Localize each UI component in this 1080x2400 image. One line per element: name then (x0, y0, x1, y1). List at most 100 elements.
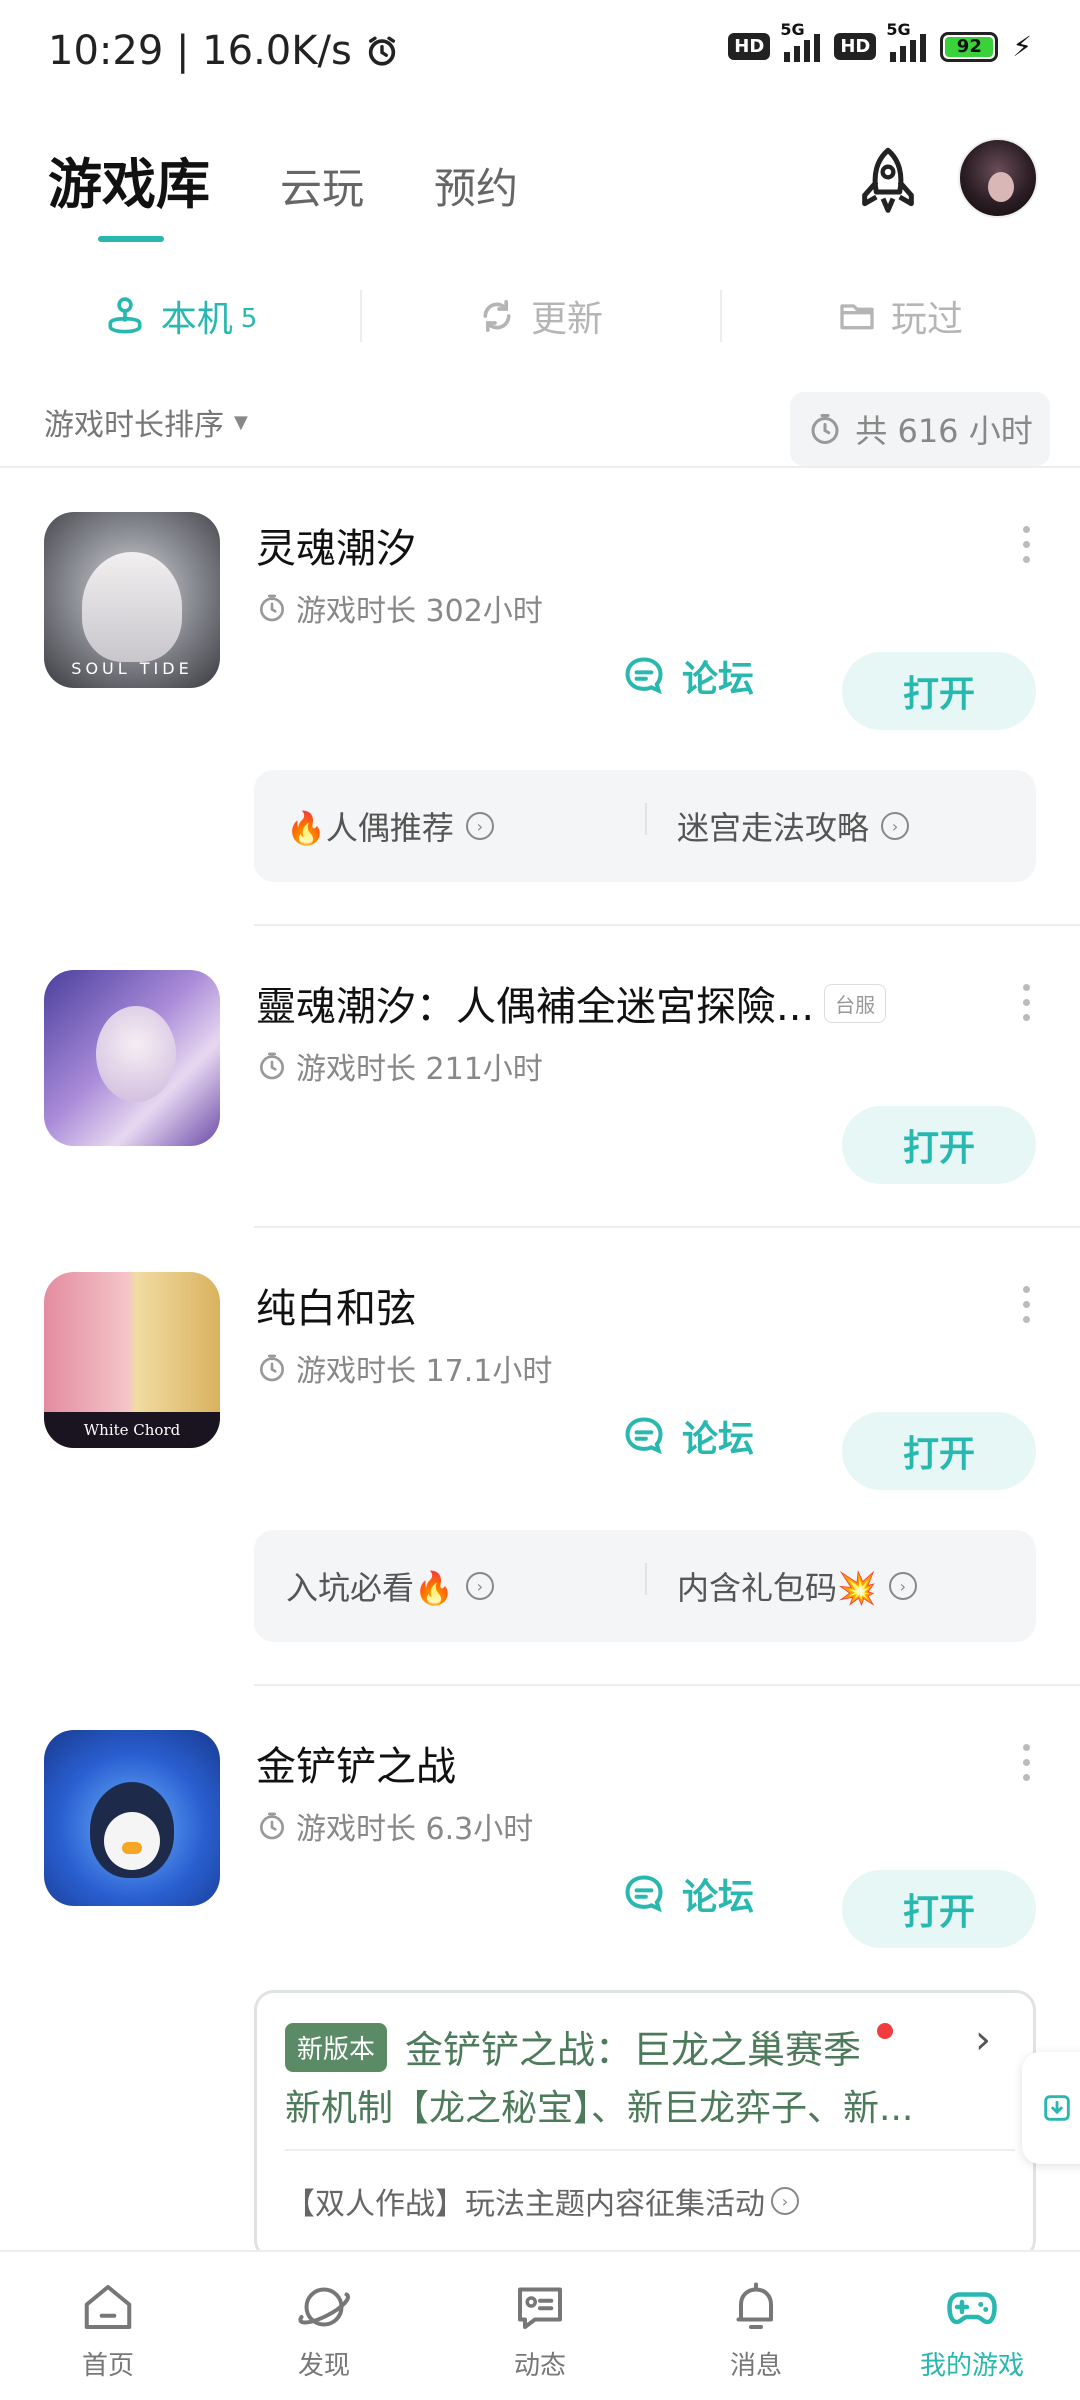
timer-icon (260, 1052, 284, 1080)
unread-dot (877, 2023, 893, 2039)
timer-icon (260, 594, 284, 622)
joystick-icon (108, 297, 142, 334)
game-title[interactable]: 纯白和弦 (256, 1276, 416, 1334)
subtab-update[interactable]: 更新 (360, 280, 720, 352)
forum-button[interactable]: 论坛 (622, 1410, 754, 1462)
tip-link[interactable]: 入坑必看🔥 › (254, 1563, 645, 1609)
game-title[interactable]: 靈魂潮汐：人偶補全迷宮探險... 台服 (256, 974, 887, 1032)
status-icons: HD 5G HD 5G 92 ⚡ (728, 20, 1032, 63)
more-options-icon[interactable] (1016, 1744, 1036, 1781)
game-playtime: 游戏时长 211小时 (256, 1044, 543, 1088)
more-options-icon[interactable] (1016, 526, 1036, 563)
gamepad-icon (947, 2291, 997, 2324)
open-button[interactable]: 打开 (842, 1412, 1036, 1490)
news-title: 金铲铲之战：巨龙之巢赛季 (405, 2028, 862, 2072)
hd-badge-2: HD (834, 33, 877, 60)
divider (254, 1226, 1080, 1228)
game-playtime: 游戏时长 302小时 (256, 586, 543, 630)
divider (285, 2149, 1015, 2151)
chevron-right-icon: › (465, 1572, 494, 1600)
nav-home[interactable]: 首页 (0, 2252, 216, 2400)
active-tab-indicator (98, 236, 164, 242)
forum-button[interactable]: 论坛 (622, 650, 754, 702)
forum-button[interactable]: 论坛 (622, 1868, 754, 1920)
library-subtabs: 本机 5 更新 玩过 (0, 280, 1080, 352)
update-news-card[interactable]: 新版本 金铲铲之战：巨龙之巢赛季 › 新机制【龙之秘宝】、新巨龙弈子、新... … (254, 1990, 1036, 2260)
total-playtime: 共 616 小时 (790, 392, 1050, 466)
timer-icon (811, 414, 839, 444)
tab-cloud-play[interactable]: 云玩 (280, 155, 364, 216)
open-button[interactable]: 打开 (842, 1870, 1036, 1948)
activity-link[interactable]: 【双人作战】玩法主题内容征集活动 › (285, 2179, 799, 2223)
user-avatar[interactable] (958, 138, 1038, 218)
news-subtitle: 新机制【龙之秘宝】、新巨龙弈子、新... (285, 2088, 914, 2129)
more-options-icon[interactable] (1016, 1286, 1036, 1323)
open-button[interactable]: 打开 (842, 1106, 1036, 1184)
game-tips: 🔥人偶推荐 › 迷宫走法攻略 › (254, 770, 1036, 882)
tip-link[interactable]: 内含礼包码💥 › (645, 1563, 1036, 1609)
bottom-nav: 首页 发现 动态 消息 我的游戏 (0, 2250, 1080, 2400)
status-bar: 10:29 | 16.0K/s HD 5G HD 5G 92 ⚡ (0, 0, 1080, 100)
charging-icon: ⚡ (1012, 30, 1032, 63)
signal-icon: 5G (780, 20, 821, 62)
tab-game-library[interactable]: 游戏库 (48, 140, 210, 219)
game-icon-soul-tide[interactable]: SOUL TIDE (44, 512, 220, 688)
game-playtime: 游戏时长 6.3小时 (256, 1804, 533, 1848)
game-icon-soul-tide-tw[interactable] (44, 970, 220, 1146)
timer-icon (260, 1812, 284, 1840)
local-count: 5 (240, 304, 258, 334)
refresh-icon (483, 300, 511, 332)
planet-icon (298, 2287, 350, 2326)
signal-icon-2: 5G (886, 20, 927, 62)
chevron-right-icon: › (888, 1572, 917, 1600)
status-time: 10:29 | 16.0K/s (48, 28, 399, 74)
chevron-right-icon: › (881, 812, 910, 840)
divider (254, 1684, 1080, 1686)
nav-my-games[interactable]: 我的游戏 (864, 2252, 1080, 2400)
game-card: White Chord 纯白和弦 游戏时长 17.1小时 论坛 打开 入坑必看🔥… (0, 1272, 1080, 1662)
game-icon-golden-spatula[interactable] (44, 1730, 220, 1906)
forum-icon (625, 1417, 663, 1455)
nav-discover[interactable]: 发现 (216, 2252, 432, 2400)
nav-messages[interactable]: 消息 (648, 2252, 864, 2400)
forum-icon (625, 657, 663, 695)
battery-icon: 92 (940, 31, 999, 62)
game-icon-white-chord[interactable]: White Chord (44, 1272, 220, 1448)
message-square-icon (518, 2287, 562, 2329)
download-icon (1044, 2095, 1070, 2121)
divider (0, 466, 1080, 468)
game-tips: 入坑必看🔥 › 内含礼包码💥 › (254, 1530, 1036, 1642)
game-card: 靈魂潮汐：人偶補全迷宮探險... 台服 游戏时长 211小时 打开 (0, 970, 1080, 1220)
chevron-right-icon: › (975, 2017, 991, 2063)
subtab-played[interactable]: 玩过 (720, 280, 1080, 352)
alarm-icon (368, 36, 395, 66)
subtab-local[interactable]: 本机 5 (0, 280, 360, 352)
folder-icon (840, 304, 874, 330)
tab-reservations[interactable]: 预约 (434, 155, 518, 216)
divider (254, 924, 1080, 926)
more-options-icon[interactable] (1016, 984, 1036, 1021)
nav-feed[interactable]: 动态 (432, 2252, 648, 2400)
sort-dropdown[interactable]: 游戏时长排序 ▼ (44, 400, 248, 444)
tip-link[interactable]: 🔥人偶推荐 › (254, 803, 645, 849)
caret-down-icon: ▼ (234, 411, 248, 433)
chevron-right-icon: › (465, 812, 494, 840)
tip-link[interactable]: 迷宫走法攻略 › (645, 803, 1036, 849)
game-title[interactable]: 金铲铲之战 (256, 1734, 456, 1792)
game-title[interactable]: 灵魂潮汐 (256, 516, 416, 574)
region-tag: 台服 (824, 983, 887, 1023)
game-playtime: 游戏时长 17.1小时 (256, 1346, 552, 1390)
game-card: 金铲铲之战 游戏时长 6.3小时 论坛 打开 (0, 1730, 1080, 1980)
game-card: SOUL TIDE 灵魂潮汐 游戏时长 302小时 论坛 打开 🔥人偶推荐 › 迷… (0, 512, 1080, 902)
chevron-right-icon: › (771, 2187, 799, 2215)
home-icon (84, 2284, 132, 2329)
open-button[interactable]: 打开 (842, 652, 1036, 730)
timer-icon (260, 1354, 284, 1382)
top-tabs: 游戏库 云玩 预约 (48, 140, 518, 219)
rocket-icon[interactable] (848, 142, 928, 222)
bell-icon (736, 2282, 773, 2329)
new-version-badge: 新版本 (285, 2023, 388, 2072)
hd-badge: HD (728, 33, 771, 60)
forum-icon (625, 1875, 663, 1913)
floating-download-tab[interactable] (1022, 2052, 1080, 2164)
